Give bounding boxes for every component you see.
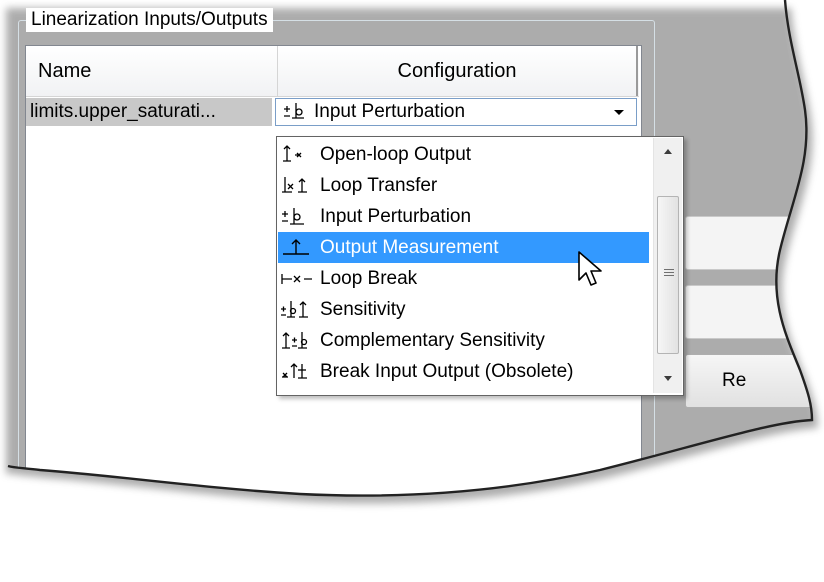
dropdown-scrollbar[interactable] (653, 138, 682, 393)
break-input-output-icon (280, 361, 314, 393)
option-label: Output Measurement (320, 237, 499, 258)
option-label: Sensitivity (320, 299, 406, 320)
option-sensitivity[interactable]: Sensitivity (278, 294, 649, 325)
option-loop-transfer[interactable]: Loop Transfer (278, 170, 649, 201)
scroll-up-arrow-icon[interactable] (654, 138, 682, 166)
group-title: Linearization Inputs/Outputs (26, 8, 273, 32)
row-name-cell[interactable]: limits.upper_saturati... (26, 98, 272, 126)
scroll-down-arrow-icon[interactable] (654, 364, 682, 392)
configuration-value: Input Perturbation (314, 101, 466, 122)
input-perturbation-icon (282, 100, 312, 132)
option-label: Loop Transfer (320, 175, 438, 196)
scrollbar-thumb[interactable] (657, 196, 679, 354)
mouse-pointer-icon (577, 250, 609, 295)
option-label: Loop Break (320, 268, 418, 289)
option-label: Open-loop Output (320, 144, 472, 165)
linearization-panel: Linearization Inputs/Outputs Name Config… (0, 0, 824, 518)
option-break-input-output[interactable]: Break Input Output (Obsolete) (278, 356, 649, 387)
configuration-combobox[interactable]: Input Perturbation (275, 98, 637, 126)
option-label: Complementary Sensitivity (320, 330, 545, 351)
table-row[interactable]: limits.upper_saturati... Input Perturbat… (26, 98, 639, 126)
column-header-configuration[interactable]: Configuration (278, 46, 638, 96)
table-header: Name Configuration (26, 46, 639, 97)
option-label: Break Input Output (Obsolete) (320, 361, 574, 382)
configuration-dropdown-list: Open-loop Output Loop Transfer Input Per… (276, 136, 684, 396)
column-header-name[interactable]: Name (26, 46, 278, 96)
option-open-loop-output[interactable]: Open-loop Output (278, 139, 649, 170)
chevron-down-icon[interactable] (608, 102, 630, 122)
option-complementary-sensitivity[interactable]: Complementary Sensitivity (278, 325, 649, 356)
option-input-perturbation[interactable]: Input Perturbation (278, 201, 649, 232)
option-label: Input Perturbation (320, 206, 472, 227)
